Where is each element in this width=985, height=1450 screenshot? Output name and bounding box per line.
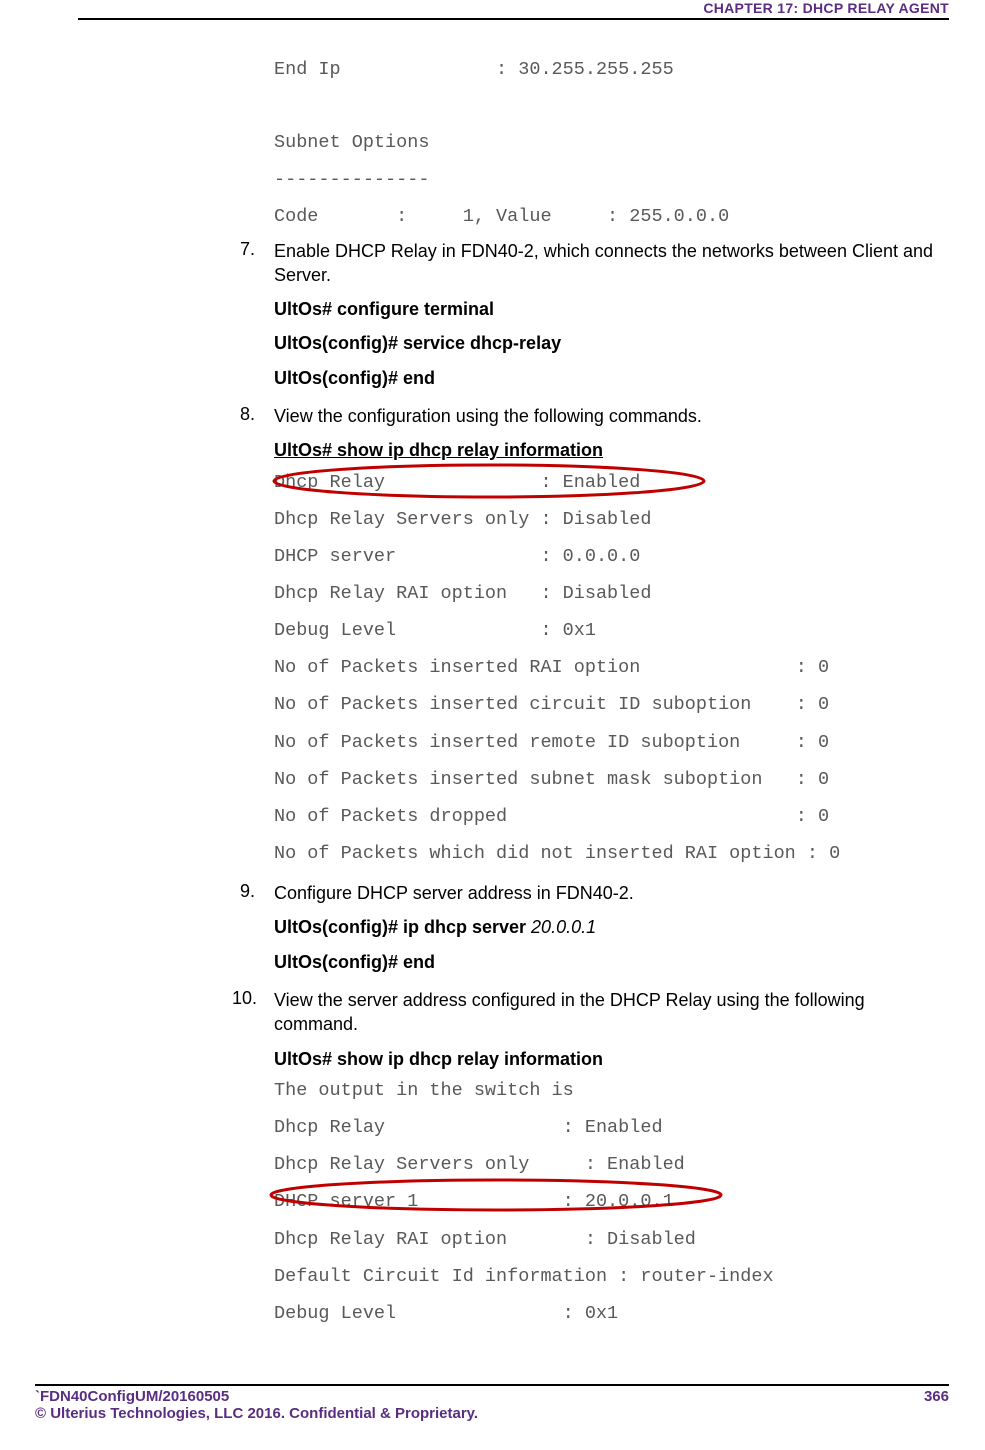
chapter-heading: CHAPTER 17: DHCP RELAY AGENT (703, 0, 949, 16)
cmd-arg: 20.0.0.1 (531, 917, 596, 937)
step-8: 8. View the configuration using the foll… (240, 404, 949, 428)
out8-l5: Debug Level : 0x1 (274, 613, 949, 648)
page-footer: `FDN40ConfigUM/20160505 366 © Ulterius T… (35, 1384, 949, 1422)
footer-rule (35, 1384, 949, 1386)
cmd-prefix: UltOs(config)# ip dhcp server (274, 917, 531, 937)
out10-l4: DHCP server 1 : 20.0.0.1 (274, 1184, 949, 1219)
step-10: 10. View the server address configured i… (232, 988, 949, 1037)
out10-l3: Dhcp Relay Servers only : Enabled (274, 1147, 949, 1182)
out8-l7: No of Packets inserted circuit ID subopt… (274, 687, 949, 722)
output-endip: End Ip : 30.255.255.255 (274, 52, 949, 87)
step-text: Enable DHCP Relay in FDN40-2, which conn… (274, 239, 949, 288)
out8-l9: No of Packets inserted subnet mask subop… (274, 762, 949, 797)
cmd-service-dhcp-relay: UltOs(config)# service dhcp-relay (274, 331, 949, 355)
copyright: © Ulterius Technologies, LLC 2016. Confi… (35, 1405, 949, 1422)
output-subnet-head: Subnet Options (274, 125, 949, 160)
out8-l11: No of Packets which did not inserted RAI… (274, 836, 949, 871)
cmd-show-relay-info-2: UltOs# show ip dhcp relay information (274, 1047, 949, 1071)
footer-row: `FDN40ConfigUM/20160505 366 (35, 1388, 949, 1405)
step-number: 9. (240, 881, 274, 905)
out10-l5: Dhcp Relay RAI option : Disabled (274, 1222, 949, 1257)
output-dashes: -------------- (274, 162, 949, 197)
blank-line (274, 89, 949, 123)
cmd-end-2: UltOs(config)# end (274, 950, 949, 974)
out10-l6: Default Circuit Id information : router-… (274, 1259, 949, 1294)
out10-l2: Dhcp Relay : Enabled (274, 1110, 949, 1145)
out10-l1: The output in the switch is (274, 1073, 949, 1108)
page: CHAPTER 17: DHCP RELAY AGENT End Ip : 30… (0, 0, 985, 1450)
doc-id: `FDN40ConfigUM/20160505 (35, 1388, 229, 1405)
step-text: View the configuration using the followi… (274, 404, 702, 428)
step-number: 10. (232, 988, 274, 1037)
cmd-configure-terminal: UltOs# configure terminal (274, 297, 949, 321)
out8-l6: No of Packets inserted RAI option : 0 (274, 650, 949, 685)
out8-l3: DHCP server : 0.0.0.0 (274, 539, 949, 574)
step-9: 9. Configure DHCP server address in FDN4… (240, 881, 949, 905)
output-block-10: The output in the switch is Dhcp Relay :… (274, 1073, 949, 1331)
out8-l2: Dhcp Relay Servers only : Disabled (274, 502, 949, 537)
cmd-end: UltOs(config)# end (274, 366, 949, 390)
out8-l1: Dhcp Relay : Enabled (274, 465, 949, 500)
out8-l4: Dhcp Relay RAI option : Disabled (274, 576, 949, 611)
step-text: Configure DHCP server address in FDN40-2… (274, 881, 634, 905)
step-number: 8. (240, 404, 274, 428)
step-number: 7. (240, 239, 274, 288)
content-area: End Ip : 30.255.255.255 Subnet Options -… (274, 52, 949, 1333)
page-number: 366 (924, 1388, 949, 1405)
cmd-ip-dhcp-server: UltOs(config)# ip dhcp server 20.0.0.1 (274, 915, 949, 939)
out10-l7: Debug Level : 0x1 (274, 1296, 949, 1331)
step-text: View the server address configured in th… (274, 988, 949, 1037)
out8-l10: No of Packets dropped : 0 (274, 799, 949, 834)
header-rule (78, 18, 949, 20)
cmd-show-relay-info: UltOs# show ip dhcp relay information (274, 438, 949, 462)
output-codeline: Code : 1, Value : 255.0.0.0 (274, 199, 949, 234)
step-7: 7. Enable DHCP Relay in FDN40-2, which c… (240, 239, 949, 288)
out8-l8: No of Packets inserted remote ID subopti… (274, 725, 949, 760)
output-block-8: Dhcp Relay : Enabled Dhcp Relay Servers … (274, 465, 949, 872)
